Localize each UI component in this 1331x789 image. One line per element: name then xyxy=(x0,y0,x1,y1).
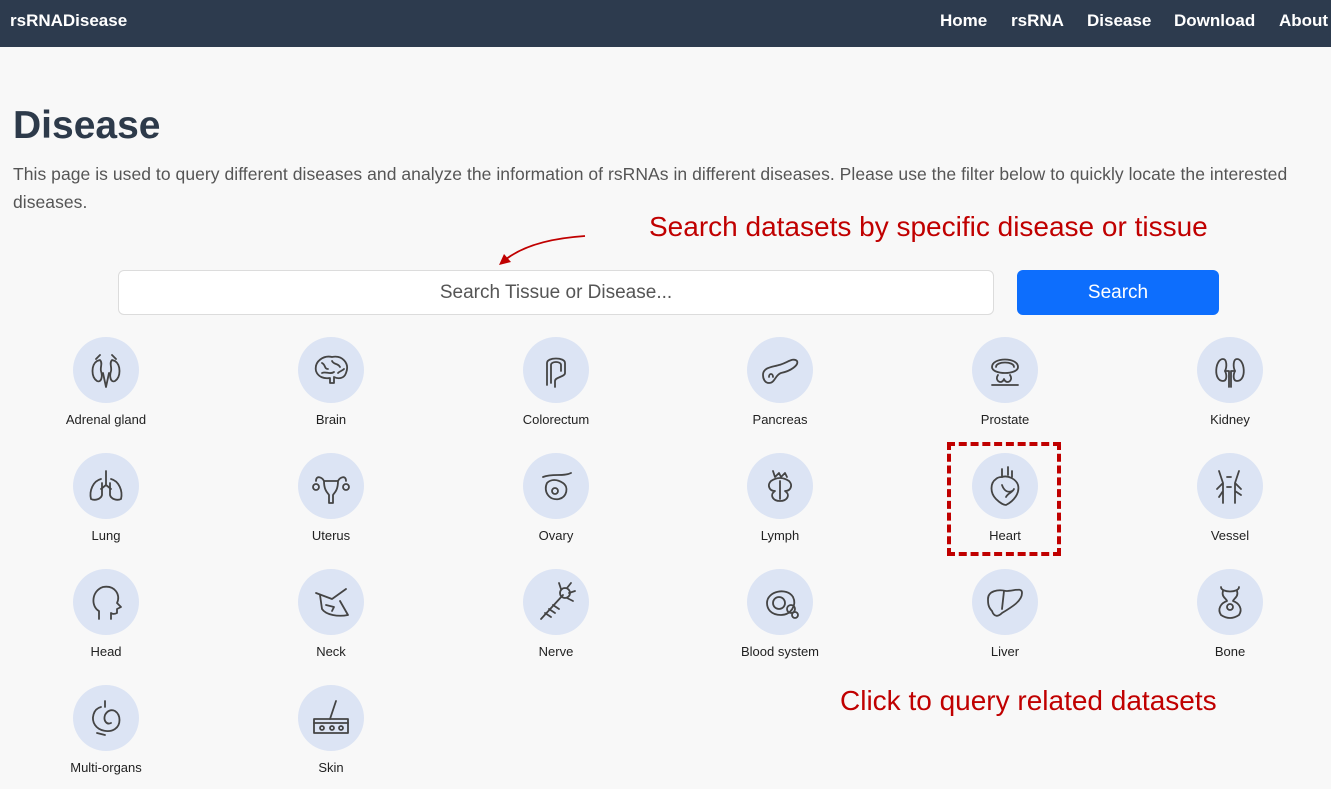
organ-label: Colorectum xyxy=(522,412,590,427)
brain-icon xyxy=(314,355,348,384)
nav-about[interactable]: About xyxy=(1279,11,1328,31)
organ-label: Prostate xyxy=(980,412,1030,427)
organ-vessel[interactable]: Vessel xyxy=(1150,453,1310,557)
vessel-icon xyxy=(1216,470,1242,504)
organ-label: Vessel xyxy=(1210,528,1250,543)
organ-label: Kidney xyxy=(1210,412,1250,427)
organ-lymph[interactable]: Lymph xyxy=(700,453,860,557)
brand-logo[interactable]: rsRNADisease xyxy=(10,11,127,31)
nav-disease[interactable]: Disease xyxy=(1087,11,1151,31)
organ-label: Ovary xyxy=(538,528,574,543)
organ-prostate[interactable]: Prostate xyxy=(925,337,1085,441)
prostate-icon xyxy=(991,358,1019,386)
organ-uterus[interactable]: Uterus xyxy=(251,453,411,557)
search-input[interactable] xyxy=(118,270,994,315)
nav-download[interactable]: Download xyxy=(1174,11,1255,31)
organ-label: Neck xyxy=(316,644,346,659)
organ-label: Blood system xyxy=(740,644,820,659)
ovary-icon xyxy=(542,472,572,501)
organ-ovary[interactable]: Ovary xyxy=(476,453,636,557)
page-description: This page is used to query different dis… xyxy=(13,164,1288,212)
organ-label: Liver xyxy=(990,644,1020,659)
blood-system-icon xyxy=(766,590,799,619)
skin-icon xyxy=(313,700,349,734)
organ-label: Nerve xyxy=(538,644,574,659)
adrenal-gland-icon xyxy=(91,354,121,388)
colorectum-icon xyxy=(546,357,566,388)
pancreas-icon xyxy=(762,358,799,384)
search-annotation: Search datasets by specific disease or t… xyxy=(649,211,1208,242)
organ-blood-system[interactable]: Blood system xyxy=(700,569,860,673)
organ-label: Head xyxy=(90,644,122,659)
organ-colorectum[interactable]: Colorectum xyxy=(476,337,636,441)
click-annotation: Click to query related datasets xyxy=(840,685,1217,716)
lymph-icon xyxy=(768,470,792,502)
organ-skin[interactable]: Skin xyxy=(251,685,411,789)
organ-label: Skin xyxy=(318,760,344,775)
head-icon xyxy=(92,585,122,620)
organ-nerve[interactable]: Nerve xyxy=(476,569,636,673)
organ-label: Multi-organs xyxy=(70,760,142,775)
nav-rsrna[interactable]: rsRNA xyxy=(1011,11,1064,31)
navbar: rsRNADisease Home rsRNA Disease Download… xyxy=(0,0,1331,47)
organ-lung[interactable]: Lung xyxy=(26,453,186,557)
annotation-arrow-icon xyxy=(499,235,586,265)
nav-home[interactable]: Home xyxy=(940,11,987,31)
organ-label: Lymph xyxy=(760,528,800,543)
nerve-icon xyxy=(540,582,576,620)
organ-label: Uterus xyxy=(311,528,351,543)
organ-head[interactable]: Head xyxy=(26,569,186,673)
organ-neck[interactable]: Neck xyxy=(251,569,411,673)
organ-liver[interactable]: Liver xyxy=(925,569,1085,673)
kidney-icon xyxy=(1215,358,1245,388)
page-title: Disease xyxy=(13,104,161,147)
organ-brain[interactable]: Brain xyxy=(251,337,411,441)
search-button[interactable]: Search xyxy=(1017,270,1219,315)
organ-label: Brain xyxy=(315,412,347,427)
organ-label: Adrenal gland xyxy=(65,412,147,427)
organ-label: Bone xyxy=(1214,644,1246,659)
organ-kidney[interactable]: Kidney xyxy=(1150,337,1310,441)
organ-label: Pancreas xyxy=(752,412,808,427)
organ-bone[interactable]: Bone xyxy=(1150,569,1310,673)
organ-multi-organs[interactable]: Multi-organs xyxy=(26,685,186,789)
bone-icon xyxy=(1218,586,1242,619)
organ-label: Lung xyxy=(91,528,121,543)
organ-adrenal-gland[interactable]: Adrenal gland xyxy=(26,337,186,441)
organ-pancreas[interactable]: Pancreas xyxy=(700,337,860,441)
neck-icon xyxy=(315,588,349,617)
heart-highlight-box xyxy=(947,442,1061,556)
uterus-icon xyxy=(312,476,350,504)
multi-organs-icon xyxy=(92,700,121,736)
lung-icon xyxy=(89,470,123,501)
liver-icon xyxy=(987,588,1023,617)
